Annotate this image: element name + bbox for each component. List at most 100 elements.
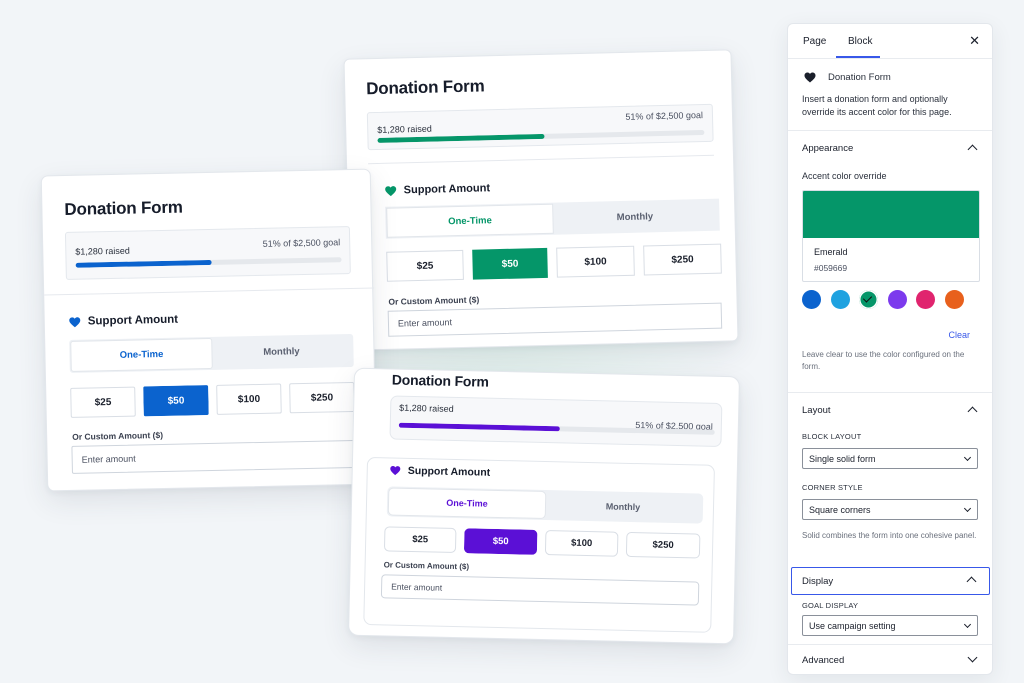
color-preview[interactable]: Emerald #059669 xyxy=(802,190,980,282)
tab-monthly[interactable]: Monthly xyxy=(211,336,352,368)
separator xyxy=(788,392,992,393)
support-label: Support Amount xyxy=(403,182,491,197)
heart-icon xyxy=(385,185,397,196)
tab-page[interactable]: Page xyxy=(803,36,826,47)
block-name: Donation Form xyxy=(828,72,891,83)
advanced-panel-toggle[interactable]: Advanced xyxy=(802,655,844,666)
goal-percent: 51% of $2,500 goal xyxy=(262,237,341,249)
layout-help: Solid combines the form into one cohesiv… xyxy=(802,531,977,540)
accent-color-label: Accent color override xyxy=(802,171,887,181)
corner-style-value: Square corners xyxy=(809,504,871,515)
form-title: Donation Form xyxy=(365,76,485,99)
amount-25-button[interactable]: $25 xyxy=(383,526,457,554)
color-swatch[interactable] xyxy=(802,290,821,309)
custom-amount-input[interactable]: Enter amount xyxy=(380,574,700,606)
chevron-up-icon xyxy=(966,576,977,587)
color-swatch[interactable] xyxy=(830,290,850,309)
amount-50-button[interactable]: $50 xyxy=(143,385,209,417)
chevron-down-icon[interactable] xyxy=(967,652,978,663)
amount-25-button[interactable]: $25 xyxy=(70,386,136,418)
donation-form-card-emerald: Donation Form $1,280 raised 51% of $2,50… xyxy=(343,49,739,351)
amount-25-button[interactable]: $25 xyxy=(386,249,464,282)
color-preview-swatch xyxy=(803,191,979,238)
display-heading: Display xyxy=(802,576,834,587)
goal-display-label: GOAL DISPLAY xyxy=(802,601,859,610)
amount-100-button[interactable]: $100 xyxy=(544,530,619,557)
raised-amount: $1,280 raised xyxy=(399,402,454,414)
color-swatch[interactable] xyxy=(887,290,907,309)
progress-fill xyxy=(398,422,560,432)
separator xyxy=(788,130,992,131)
divider xyxy=(368,154,714,165)
clear-button[interactable]: Clear xyxy=(948,330,970,340)
block-description: Insert a donation form and optionally ov… xyxy=(802,94,952,117)
block-layout-select[interactable]: Single solid form xyxy=(802,448,978,469)
custom-amount-label: Or Custom Amount ($) xyxy=(388,294,480,307)
frequency-tabs: One-Time Monthly xyxy=(386,486,704,524)
custom-amount-input[interactable]: Enter amount xyxy=(71,439,357,474)
goal-box: $1,280 raised 51% of $2,500 goal xyxy=(64,226,351,280)
amount-100-button[interactable]: $100 xyxy=(556,245,635,278)
chevron-down-icon xyxy=(963,453,972,462)
tab-monthly[interactable]: Monthly xyxy=(545,492,702,522)
color-swatch[interactable] xyxy=(916,290,935,309)
heart-icon xyxy=(804,72,816,83)
support-label: Support Amount xyxy=(407,464,491,479)
appearance-panel-toggle[interactable]: Appearance xyxy=(802,143,853,154)
tab-one-time[interactable]: One-Time xyxy=(387,204,553,237)
amount-250-button[interactable]: $250 xyxy=(289,381,355,414)
goal-box: $1,280 raised 51% of $2,500 goal xyxy=(366,103,714,151)
corner-style-select[interactable]: Square corners xyxy=(802,499,978,520)
progress-fill xyxy=(377,133,545,143)
color-swatch[interactable] xyxy=(944,290,964,309)
raised-amount: $1,280 raised xyxy=(75,245,130,257)
separator xyxy=(788,58,992,59)
color-name: Emerald xyxy=(814,247,848,257)
progress-fill xyxy=(75,259,212,268)
chevron-down-icon xyxy=(963,504,972,513)
close-icon[interactable]: ✕ xyxy=(969,33,980,49)
frequency-tabs: One-Time Monthly xyxy=(385,198,720,239)
support-label: Support Amount xyxy=(87,313,179,328)
display-panel-toggle[interactable]: Display xyxy=(791,567,990,595)
amount-50-button[interactable]: $50 xyxy=(463,528,538,555)
goal-box: $1,280 raised 51% of $2,500 goal xyxy=(389,395,723,448)
color-hex: #059669 xyxy=(814,263,848,273)
tab-block[interactable]: Block xyxy=(848,36,872,47)
tab-monthly[interactable]: Monthly xyxy=(552,201,718,233)
custom-amount-input[interactable]: Enter amount xyxy=(387,302,723,337)
chevron-up-icon[interactable] xyxy=(967,144,978,155)
amount-250-button[interactable]: $250 xyxy=(625,531,701,559)
support-amount-heading: Support Amount xyxy=(390,464,491,479)
amount-panel: Support Amount One-Time Monthly $25 $50 … xyxy=(363,456,715,633)
goal-display-select[interactable]: Use campaign setting xyxy=(802,615,978,636)
block-settings-sidebar: Page Block ✕ Donation Form Insert a dona… xyxy=(787,23,993,675)
frequency-tabs: One-Time Monthly xyxy=(69,333,354,373)
amount-250-button[interactable]: $250 xyxy=(643,243,722,276)
heart-icon xyxy=(390,466,401,476)
tab-one-time[interactable]: One-Time xyxy=(71,338,212,371)
support-amount-heading: Support Amount xyxy=(385,182,491,197)
amount-100-button[interactable]: $100 xyxy=(216,383,282,415)
block-layout-label: BLOCK LAYOUT xyxy=(802,432,862,441)
custom-amount-label: Or Custom Amount ($) xyxy=(72,429,164,442)
layout-panel-toggle[interactable]: Layout xyxy=(802,405,831,416)
goal-display-value: Use campaign setting xyxy=(809,620,896,631)
tab-one-time[interactable]: One-Time xyxy=(388,488,546,519)
corner-style-label: CORNER STYLE xyxy=(802,483,863,492)
divider xyxy=(44,287,375,296)
support-amount-heading: Support Amount xyxy=(69,313,179,328)
raised-amount: $1,280 raised xyxy=(377,123,432,135)
progress-track xyxy=(75,257,342,268)
goal-percent: 51% of $2,500 goal xyxy=(625,110,704,122)
color-swatch[interactable] xyxy=(859,290,878,309)
heart-icon xyxy=(69,316,81,327)
block-layout-value: Single solid form xyxy=(809,453,876,464)
amount-50-button[interactable]: $50 xyxy=(472,247,548,280)
chevron-down-icon xyxy=(963,620,972,629)
form-title: Donation Form xyxy=(64,197,183,219)
separator xyxy=(788,644,992,645)
custom-amount-label: Or Custom Amount ($) xyxy=(383,560,470,572)
chevron-up-icon[interactable] xyxy=(967,406,978,417)
appearance-help: Leave clear to use the color configured … xyxy=(802,350,965,371)
